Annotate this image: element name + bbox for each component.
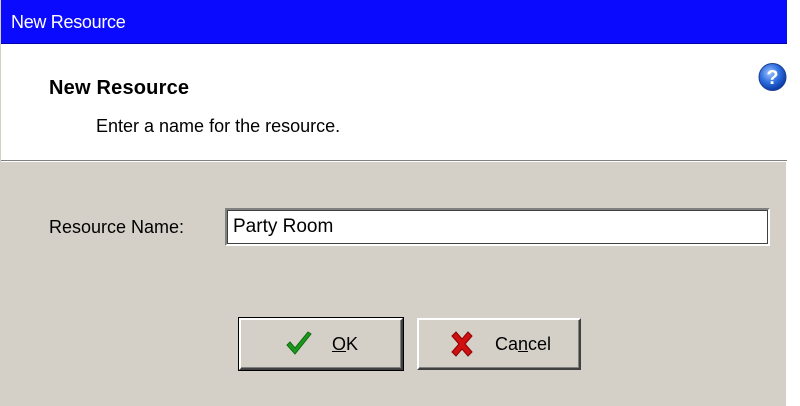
new-resource-dialog: New Resource New Resource Enter a name f… [0, 0, 787, 406]
cancel-button-label: Cancel [495, 334, 551, 355]
dialog-header: New Resource Enter a name for the resour… [1, 44, 787, 162]
cancel-label-post: cel [528, 333, 552, 354]
window-title: New Resource [11, 12, 126, 32]
resource-name-input[interactable] [225, 208, 770, 246]
ok-mnemonic: O [331, 333, 346, 354]
cancel-button[interactable]: Cancel [417, 318, 581, 370]
header-title: New Resource [49, 77, 190, 99]
red-x-icon [451, 331, 473, 357]
ok-label-rest: K [346, 333, 359, 354]
help-question-icon[interactable]: ? [758, 60, 787, 94]
green-checkmark-icon [286, 331, 312, 355]
ok-button-label: OK [332, 334, 358, 355]
ok-button[interactable]: OK [238, 317, 404, 371]
cancel-label-pre: Ca [494, 333, 518, 354]
svg-text:?: ? [766, 67, 778, 89]
resource-name-label: Resource Name: [49, 217, 185, 237]
title-bar[interactable]: New Resource [1, 0, 787, 44]
header-description: Enter a name for the resource. [96, 116, 341, 136]
cancel-mnemonic: n [517, 333, 528, 354]
